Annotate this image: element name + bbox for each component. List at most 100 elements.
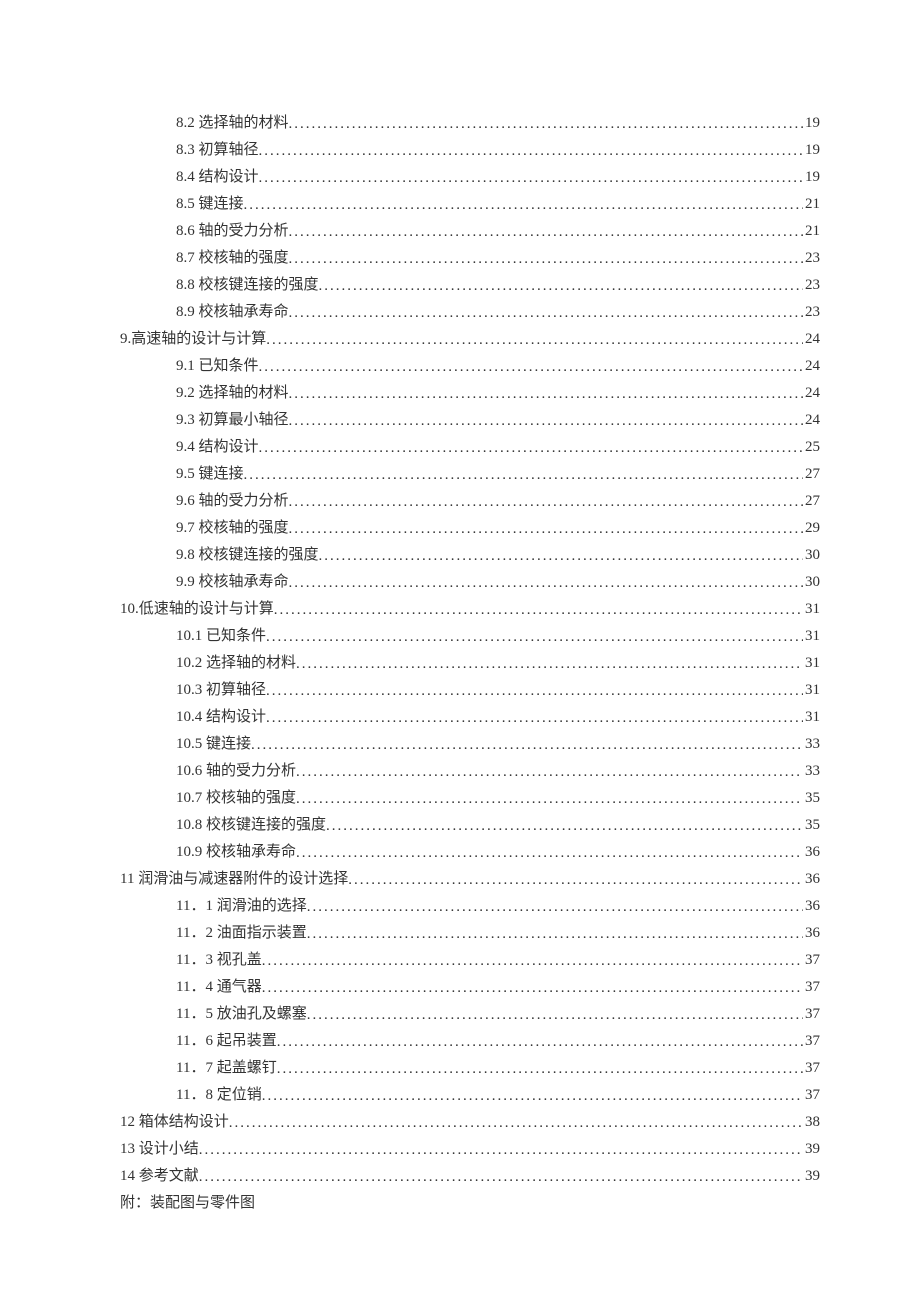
toc-entry-page: 31	[803, 677, 820, 704]
toc-entry: 9.7 校核轴的强度 29	[120, 515, 820, 542]
toc-entry-page: 23	[803, 299, 820, 326]
toc-entry-title: 12 箱体结构设计	[120, 1109, 229, 1136]
toc-leader-dots	[307, 894, 803, 921]
toc-entry: 11 润滑油与减速器附件的设计选择 36	[120, 866, 820, 893]
toc-entry-page: 31	[803, 623, 820, 650]
toc-entry-title: 13 设计小结	[120, 1136, 199, 1163]
toc-entry: 10.6 轴的受力分析33	[120, 758, 820, 785]
toc-entry: 9.8 校核键连接的强度30	[120, 542, 820, 569]
toc-entry: 8.5 键连接21	[120, 191, 820, 218]
toc-entry-page: 36	[803, 866, 820, 893]
toc-leader-dots	[277, 1056, 803, 1083]
toc-entry-title: 9.高速轴的设计与计算	[120, 326, 266, 353]
toc-leader-dots	[199, 1137, 803, 1164]
toc-leader-dots	[251, 732, 803, 759]
toc-entry-title: 9.3 初算最小轴径	[176, 407, 289, 434]
toc-entry-title: 9.2 选择轴的材料	[176, 380, 289, 407]
toc-entry: 12 箱体结构设计38	[120, 1109, 820, 1136]
toc-entry: 10.低速轴的设计与计算31	[120, 596, 820, 623]
toc-entry: 11．7 起盖螺钉37	[120, 1055, 820, 1082]
toc-entry-page: 23	[803, 272, 820, 299]
toc-entry-title: 8.7 校核轴的强度	[176, 245, 289, 272]
toc-entry-title: 10.低速轴的设计与计算	[120, 596, 274, 623]
toc-entry-page: 24	[803, 380, 820, 407]
toc-leader-dots	[262, 948, 803, 975]
toc-entry-page: 36	[803, 839, 820, 866]
toc-entry-page: 37	[803, 1082, 820, 1109]
toc-entry-page: 24	[803, 353, 820, 380]
toc-entry: 11．2 油面指示装置36	[120, 920, 820, 947]
toc-entry-title: 11．6 起吊装置	[176, 1028, 277, 1055]
toc-entry: 10.5 键连接33	[120, 731, 820, 758]
toc-entry-page: 33	[803, 731, 820, 758]
toc-entry-title: 11 润滑油与减速器附件的设计选择	[120, 866, 348, 893]
toc-leader-dots	[296, 759, 803, 786]
toc-entry: 10.8 校核键连接的强度 35	[120, 812, 820, 839]
toc-entry: 10.2 选择轴的材料 31	[120, 650, 820, 677]
toc-entry-page: 36	[803, 920, 820, 947]
toc-entry: 8.2 选择轴的材料 19	[120, 110, 820, 137]
toc-entry-page: 35	[803, 785, 820, 812]
toc-entry-title: 8.3 初算轴径	[176, 137, 259, 164]
toc-entry-title: 8.5 键连接	[176, 191, 244, 218]
toc-entry: 8.4 结构设计19	[120, 164, 820, 191]
toc-leader-dots	[289, 300, 803, 327]
toc-entry-page: 37	[803, 1001, 820, 1028]
toc-entry: 9.1 已知条件 24	[120, 353, 820, 380]
toc-entry-page: 37	[803, 974, 820, 1001]
toc-leader-dots	[289, 381, 803, 408]
toc-leader-dots	[296, 651, 803, 678]
toc-page: 8.2 选择轴的材料198.3 初算轴径198.4 结构设计198.5 键连接2…	[0, 0, 920, 1217]
toc-leader-dots	[289, 246, 803, 273]
toc-entry: 9.3 初算最小轴径24	[120, 407, 820, 434]
toc-entry-title: 9.1 已知条件	[176, 353, 259, 380]
toc-list: 8.2 选择轴的材料198.3 初算轴径198.4 结构设计198.5 键连接2…	[120, 110, 820, 1190]
toc-leader-dots	[289, 516, 803, 543]
toc-entry: 8.6 轴的受力分析 21	[120, 218, 820, 245]
toc-entry-title: 11．8 定位销	[176, 1082, 262, 1109]
toc-entry-title: 8.6 轴的受力分析	[176, 218, 289, 245]
toc-entry: 9.高速轴的设计与计算24	[120, 326, 820, 353]
toc-entry: 11．8 定位销 37	[120, 1082, 820, 1109]
toc-entry-title: 14 参考文献	[120, 1163, 199, 1190]
toc-entry-title: 8.9 校核轴承寿命	[176, 299, 289, 326]
toc-entry-title: 11．1 润滑油的选择	[176, 893, 307, 920]
toc-entry-page: 25	[803, 434, 820, 461]
toc-entry-title: 11．7 起盖螺钉	[176, 1055, 277, 1082]
toc-entry-title: 8.8 校核键连接的强度	[176, 272, 319, 299]
toc-entry: 11．6 起吊装置37	[120, 1028, 820, 1055]
toc-entry: 10.3 初算轴径 31	[120, 677, 820, 704]
toc-entry-title: 8.2 选择轴的材料	[176, 110, 289, 137]
toc-entry-title: 10.1 已知条件	[176, 623, 266, 650]
toc-entry-title: 11．4 通气器	[176, 974, 262, 1001]
toc-entry-title: 11．5 放油孔及螺塞	[176, 1001, 307, 1028]
toc-entry-page: 36	[803, 893, 820, 920]
toc-entry-title: 8.4 结构设计	[176, 164, 259, 191]
toc-entry-page: 19	[803, 110, 820, 137]
toc-entry: 11．4 通气器 37	[120, 974, 820, 1001]
toc-entry: 11．3 视孔盖37	[120, 947, 820, 974]
toc-entry-page: 37	[803, 947, 820, 974]
toc-entry-page: 27	[803, 461, 820, 488]
toc-leader-dots	[319, 543, 803, 570]
toc-entry: 10.7 校核轴的强度35	[120, 785, 820, 812]
toc-leader-dots	[262, 975, 803, 1002]
toc-entry: 11．5 放油孔及螺塞 37	[120, 1001, 820, 1028]
toc-entry: 9.6 轴的受力分析27	[120, 488, 820, 515]
toc-entry-page: 29	[803, 515, 820, 542]
toc-entry: 8.9 校核轴承寿命 23	[120, 299, 820, 326]
toc-entry-title: 9.9 校核轴承寿命	[176, 569, 289, 596]
toc-leader-dots	[229, 1110, 803, 1137]
toc-entry-title: 10.2 选择轴的材料	[176, 650, 296, 677]
toc-leader-dots	[296, 786, 803, 813]
toc-entry-page: 31	[803, 650, 820, 677]
toc-entry-page: 21	[803, 218, 820, 245]
toc-entry-title: 10.3 初算轴径	[176, 677, 266, 704]
toc-entry-title: 10.8 校核键连接的强度	[176, 812, 326, 839]
toc-entry-page: 35	[803, 812, 820, 839]
toc-leader-dots	[326, 813, 803, 840]
toc-leader-dots	[289, 570, 803, 597]
toc-entry-page: 39	[803, 1136, 820, 1163]
toc-leader-dots	[259, 354, 803, 381]
toc-entry-title: 9.7 校核轴的强度	[176, 515, 289, 542]
